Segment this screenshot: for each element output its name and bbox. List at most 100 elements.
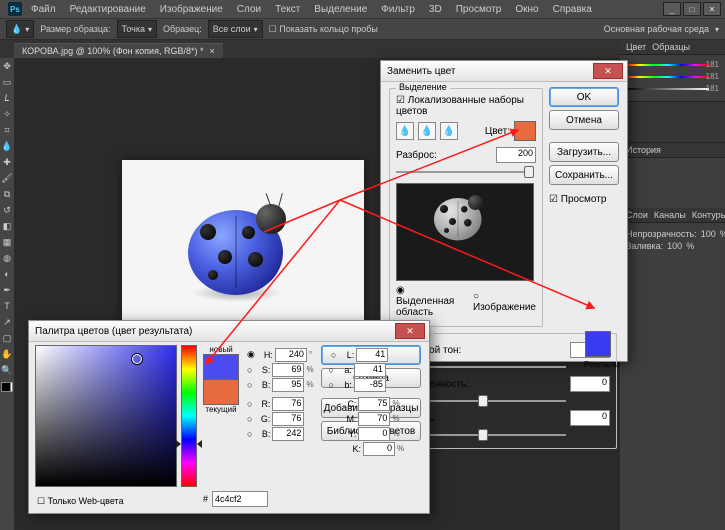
eyedropper-tool[interactable]: 💧	[0, 138, 14, 154]
menu-image[interactable]: Изображение	[155, 4, 228, 15]
sample-size-select[interactable]: Точка▾	[117, 20, 157, 38]
radio-a[interactable]	[328, 365, 333, 375]
eraser-tool[interactable]: ◧	[0, 218, 14, 234]
fill-label: Заливка:	[626, 241, 663, 251]
web-only-check[interactable]: Только Web-цвета	[37, 496, 124, 506]
fuzziness-field[interactable]: 200	[496, 147, 536, 163]
a-field[interactable]: 41	[354, 363, 386, 377]
radio-s[interactable]	[247, 365, 252, 375]
tab-history[interactable]: История	[626, 145, 661, 155]
close-icon[interactable]: ✕	[593, 63, 623, 79]
radio-g[interactable]	[247, 414, 252, 424]
b-field[interactable]: -85	[354, 378, 386, 392]
heal-tool[interactable]: ✚	[0, 154, 14, 170]
menu-window[interactable]: Окно	[510, 4, 543, 15]
pen-tool[interactable]: ✒	[0, 282, 14, 298]
zoom-tool[interactable]: 🔍	[0, 362, 14, 378]
preview-check[interactable]: Просмотр	[549, 194, 619, 205]
hex-field[interactable]	[212, 491, 268, 507]
close-button[interactable]: ✕	[703, 2, 721, 16]
g-field[interactable]: 76	[272, 412, 304, 426]
max-button[interactable]: □	[683, 2, 701, 16]
hue-strip[interactable]	[181, 345, 197, 487]
bv-field[interactable]: 95	[272, 378, 304, 392]
path-tool[interactable]: ↗	[0, 314, 14, 330]
r-field[interactable]: 76	[272, 397, 304, 411]
result-swatch[interactable]	[585, 331, 611, 357]
cancel-button[interactable]: Отмена	[549, 110, 619, 130]
ok-button[interactable]: OK	[549, 87, 619, 107]
tab-layers[interactable]: Слои	[626, 210, 648, 220]
swatches[interactable]	[1, 382, 13, 392]
radio-l[interactable]	[331, 350, 336, 360]
crop-tool[interactable]: ⌗	[0, 122, 14, 138]
color-field[interactable]	[35, 345, 177, 487]
close-icon[interactable]: ✕	[395, 323, 425, 339]
menu-type[interactable]: Текст	[270, 4, 305, 15]
lasso-tool[interactable]: 𝘓	[0, 90, 14, 106]
show-ring-check[interactable]: Показать кольцо пробы	[269, 24, 378, 35]
c-field[interactable]: 75	[358, 397, 390, 411]
s-field[interactable]: 69	[272, 363, 304, 377]
menu-layer[interactable]: Слои	[232, 4, 266, 15]
marquee-tool[interactable]: ▭	[0, 74, 14, 90]
l-field[interactable]: 41	[356, 348, 388, 362]
dodge-tool[interactable]: ◐	[0, 266, 14, 282]
menu-filter[interactable]: Фильтр	[376, 4, 420, 15]
eyedropper-icon[interactable]: 💧	[396, 122, 414, 140]
tab-color[interactable]: Цвет	[626, 42, 646, 52]
menu-3d[interactable]: 3D	[424, 4, 447, 15]
source-color-swatch[interactable]	[514, 121, 536, 141]
bl-field[interactable]: 242	[272, 427, 304, 441]
type-tool[interactable]: T	[0, 298, 14, 314]
y-field[interactable]: 0	[358, 427, 390, 441]
localized-check[interactable]: Локализованные наборы цветов	[396, 95, 524, 117]
menu-select[interactable]: Выделение	[309, 4, 372, 15]
load-button[interactable]: Загрузить...	[549, 142, 619, 162]
gradient-tool[interactable]: ▦	[0, 234, 14, 250]
radio-r[interactable]	[247, 399, 252, 409]
eyedropper-minus-icon[interactable]: 💧	[440, 122, 458, 140]
workspace-label[interactable]: Основная рабочая среда	[604, 24, 709, 34]
hand-tool[interactable]: ✋	[0, 346, 14, 362]
menu-help[interactable]: Справка	[548, 4, 597, 15]
save-button[interactable]: Сохранить...	[549, 165, 619, 185]
sat-field[interactable]: 0	[570, 376, 610, 392]
blur-tool[interactable]: ◍	[0, 250, 14, 266]
brush-tool[interactable]: 🖌	[0, 170, 14, 186]
opacity-label: Непрозрачность:	[626, 229, 697, 239]
radio-bl[interactable]	[247, 429, 252, 439]
close-icon[interactable]: ×	[209, 46, 214, 56]
tab-paths[interactable]: Контуры	[692, 210, 725, 220]
canvas[interactable]	[122, 160, 364, 342]
stamp-tool[interactable]: ⧉	[0, 186, 14, 202]
h-field[interactable]: 240	[275, 348, 307, 362]
history-brush-tool[interactable]: ↺	[0, 202, 14, 218]
m-field[interactable]: 70	[358, 412, 390, 426]
k-field[interactable]: 0	[363, 442, 395, 456]
light-field[interactable]: 0	[570, 410, 610, 426]
radio-b[interactable]	[247, 380, 252, 390]
radio-h[interactable]	[247, 349, 255, 360]
selection-group: Выделение	[396, 82, 450, 92]
move-tool[interactable]: ✥	[0, 58, 14, 74]
menu-edit[interactable]: Редактирование	[65, 4, 151, 15]
radio-image[interactable]: Изображение	[473, 291, 536, 313]
tool-preset[interactable]: 💧▾	[6, 20, 34, 38]
doc-tab[interactable]: КОРОВА.jpg @ 100% (Фон копия, RGB/8*) *×	[14, 43, 223, 58]
menu-file[interactable]: Файл	[26, 4, 61, 15]
tab-swatches[interactable]: Образцы	[652, 42, 690, 52]
radio-selection[interactable]: Выделенная область	[396, 285, 461, 318]
ps-logo: Ps	[8, 2, 22, 16]
fuzziness-slider[interactable]	[396, 165, 532, 179]
eyedropper-plus-icon[interactable]: 💧	[418, 122, 436, 140]
current-color-swatch[interactable]	[203, 380, 239, 405]
shape-tool[interactable]: ▢	[0, 330, 14, 346]
ladybug-image	[178, 190, 308, 310]
min-button[interactable]: _	[663, 2, 681, 16]
sample-select[interactable]: Все слои▾	[208, 20, 263, 38]
tab-channels[interactable]: Каналы	[654, 210, 686, 220]
wand-tool[interactable]: ✧	[0, 106, 14, 122]
radio-bb[interactable]	[328, 380, 333, 390]
menu-view[interactable]: Просмотр	[451, 4, 507, 15]
